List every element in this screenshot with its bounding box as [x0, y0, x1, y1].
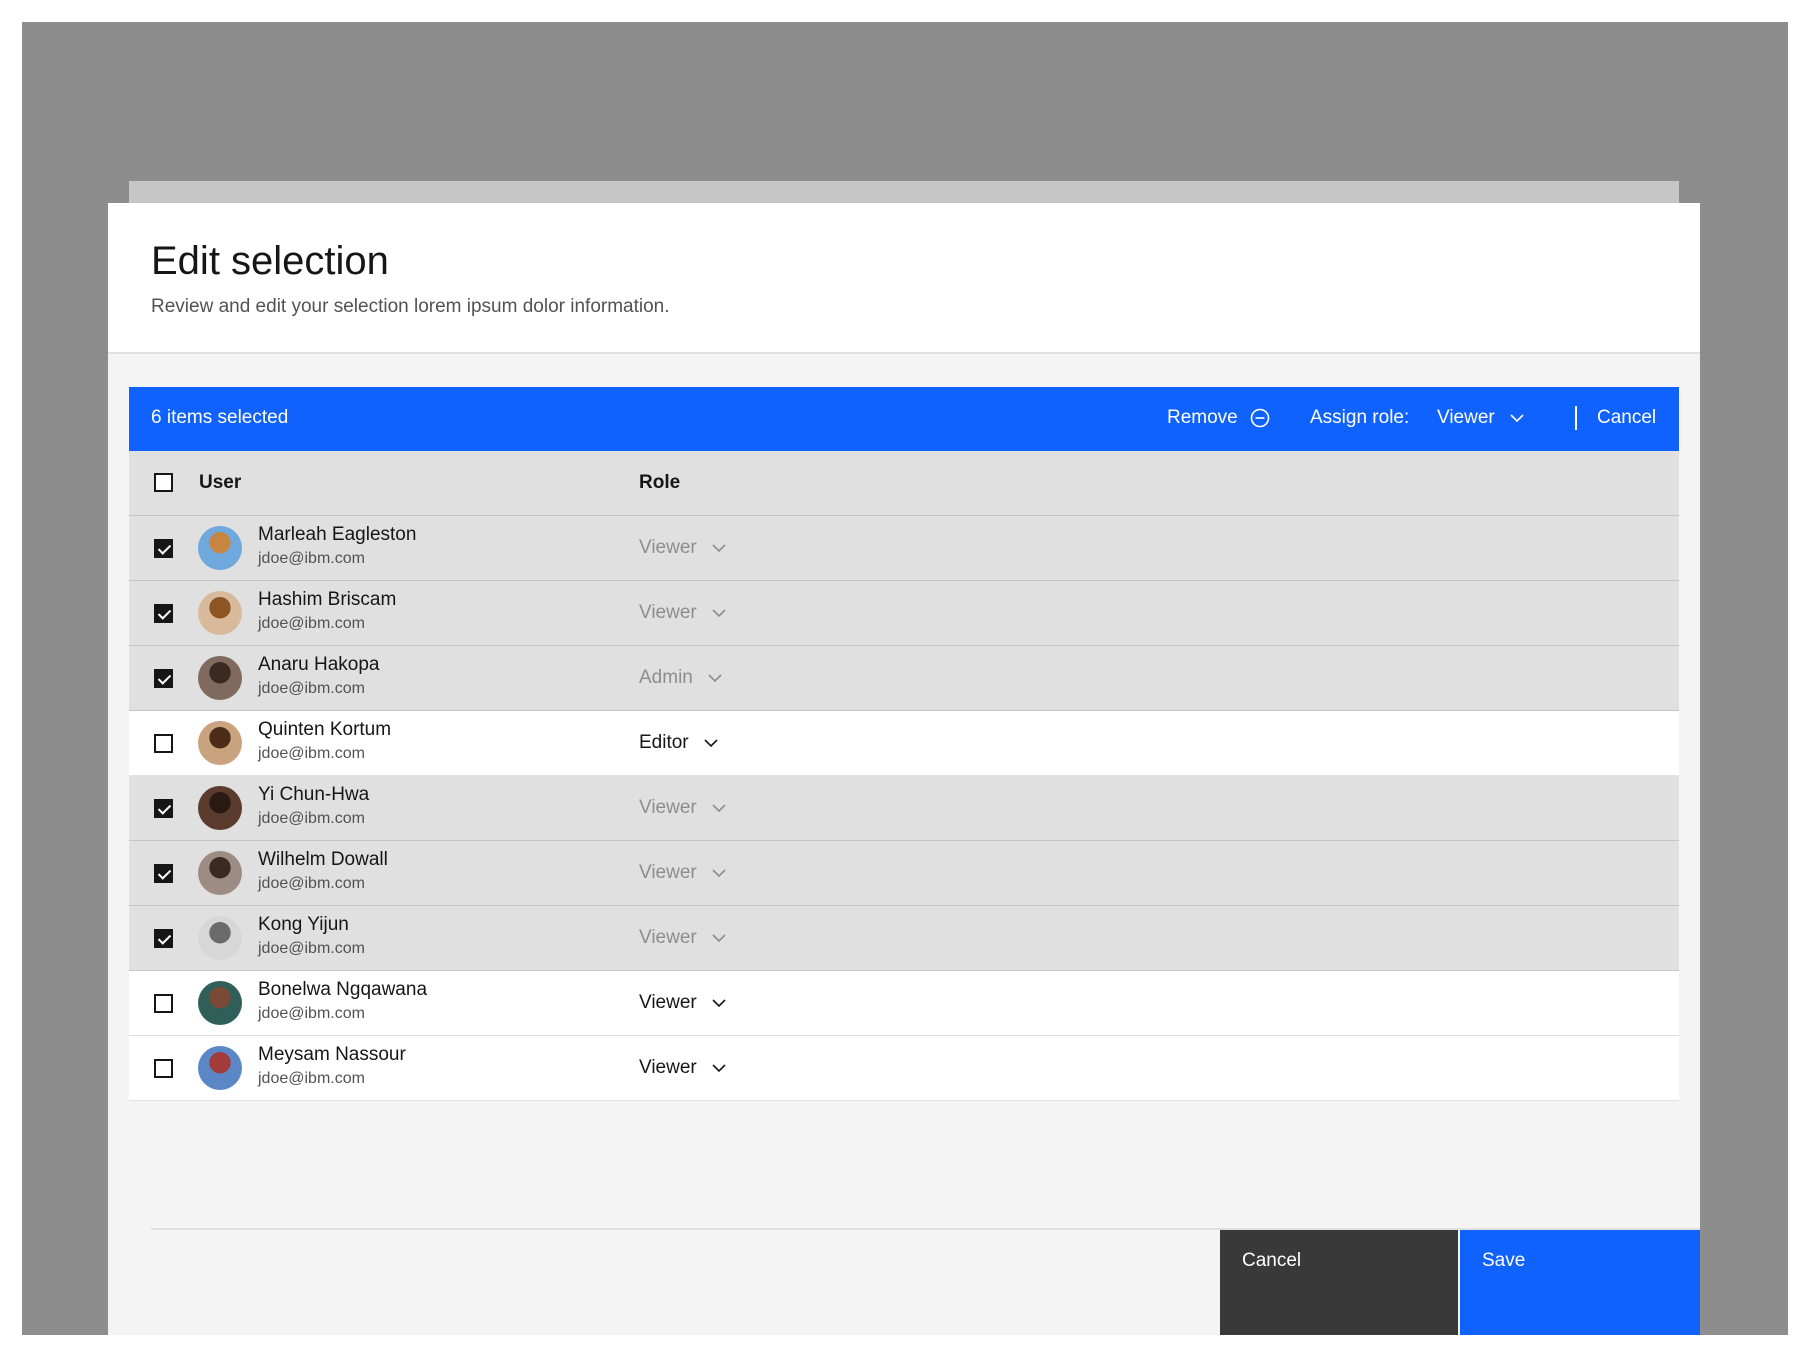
edit-selection-modal: Edit selection Review and edit your sele… [108, 203, 1700, 1335]
role-dropdown[interactable]: Viewer [639, 862, 727, 884]
user-name: Yi Chun-Hwa [258, 784, 370, 805]
user-name: Anaru Hakopa [258, 654, 380, 675]
chevron-down-icon [712, 999, 726, 1008]
avatar [198, 721, 242, 765]
assign-role-dropdown[interactable]: Viewer [1437, 407, 1525, 429]
avatar [198, 916, 242, 960]
user-name: Quinten Kortum [258, 719, 392, 740]
table-row[interactable]: Hashim Briscam jdoe@ibm.com Viewer [129, 581, 1679, 646]
role-value: Viewer [639, 797, 697, 818]
chevron-down-icon [708, 674, 722, 683]
role-value: Viewer [639, 1057, 697, 1078]
user-email: jdoe@ibm.com [258, 550, 365, 567]
avatar [198, 1046, 242, 1090]
cancel-button[interactable]: Cancel [1220, 1230, 1458, 1335]
row-checkbox[interactable] [154, 1058, 173, 1078]
assign-role-value: Viewer [1437, 407, 1495, 428]
modal-description: Review and edit your selection lorem ips… [151, 296, 670, 317]
save-button[interactable]: Save [1460, 1230, 1700, 1335]
user-email: jdoe@ibm.com [258, 875, 365, 892]
role-dropdown[interactable]: Viewer [639, 537, 727, 559]
row-checkbox[interactable] [154, 538, 173, 558]
row-checkbox[interactable] [154, 603, 173, 623]
table-row[interactable]: Meysam Nassour jdoe@ibm.com Viewer [129, 1036, 1679, 1101]
chevron-down-icon [712, 804, 726, 813]
role-value: Viewer [639, 537, 697, 558]
role-value: Viewer [639, 602, 697, 623]
modal-header: Edit selection Review and edit your sele… [108, 203, 1700, 354]
role-value: Viewer [639, 992, 697, 1013]
remove-label: Remove [1167, 407, 1238, 428]
avatar [198, 591, 242, 635]
table-row[interactable]: Marleah Eagleston jdoe@ibm.com Viewer [129, 516, 1679, 581]
row-checkbox[interactable] [154, 993, 173, 1013]
avatar [198, 656, 242, 700]
avatar [198, 981, 242, 1025]
header-role: Role [639, 472, 681, 493]
row-checkbox[interactable] [154, 863, 173, 883]
user-email: jdoe@ibm.com [258, 1005, 365, 1022]
row-checkbox[interactable] [154, 798, 173, 818]
user-email: jdoe@ibm.com [258, 1070, 365, 1087]
avatar [198, 851, 242, 895]
role-dropdown[interactable]: Viewer [639, 1057, 727, 1079]
chevron-down-icon [1510, 414, 1524, 423]
batch-cancel-button[interactable]: Cancel [1597, 407, 1656, 429]
user-name: Hashim Briscam [258, 589, 397, 610]
assign-role-label: Assign role: [1310, 407, 1410, 428]
user-name: Wilhelm Dowall [258, 849, 388, 870]
role-dropdown[interactable]: Viewer [639, 602, 727, 624]
avatar [198, 786, 242, 830]
user-email: jdoe@ibm.com [258, 940, 365, 957]
user-name: Meysam Nassour [258, 1044, 406, 1065]
user-name: Kong Yijun [258, 914, 349, 935]
table-row[interactable]: Kong Yijun jdoe@ibm.com Viewer [129, 906, 1679, 971]
role-dropdown[interactable]: Viewer [639, 927, 727, 949]
chevron-down-icon [712, 934, 726, 943]
role-value: Viewer [639, 927, 697, 948]
batch-divider [1575, 406, 1577, 430]
role-value: Viewer [639, 862, 697, 883]
user-email: jdoe@ibm.com [258, 615, 365, 632]
role-dropdown[interactable]: Viewer [639, 797, 727, 819]
selection-table: 6 items selected Remove Assign role: Vie… [129, 387, 1679, 1101]
user-name: Bonelwa Ngqawana [258, 979, 428, 1000]
table-row[interactable]: Quinten Kortum jdoe@ibm.com Editor [129, 711, 1679, 776]
chevron-down-icon [712, 544, 726, 553]
select-all-checkbox[interactable] [154, 473, 173, 492]
batch-action-bar: 6 items selected Remove Assign role: Vie… [129, 387, 1679, 451]
chevron-down-icon [704, 739, 718, 748]
role-dropdown[interactable]: Viewer [639, 992, 727, 1014]
header-user: User [199, 472, 242, 493]
role-dropdown[interactable]: Admin [639, 667, 723, 689]
row-checkbox[interactable] [154, 928, 173, 948]
selected-count: 6 items selected [151, 407, 289, 428]
modal-title: Edit selection [151, 239, 389, 283]
table-body: Marleah Eagleston jdoe@ibm.com Viewer Ha… [129, 516, 1679, 1101]
role-value: Admin [639, 667, 693, 688]
chevron-down-icon [712, 1064, 726, 1073]
role-dropdown[interactable]: Editor [639, 732, 719, 754]
chevron-down-icon [712, 609, 726, 618]
avatar [198, 526, 242, 570]
role-value: Editor [639, 732, 689, 753]
user-email: jdoe@ibm.com [258, 810, 365, 827]
table-row[interactable]: Wilhelm Dowall jdoe@ibm.com Viewer [129, 841, 1679, 906]
subtract-circle-icon [1250, 408, 1270, 428]
row-checkbox[interactable] [154, 668, 173, 688]
table-header: User Role [129, 451, 1679, 516]
table-row[interactable]: Anaru Hakopa jdoe@ibm.com Admin [129, 646, 1679, 711]
user-email: jdoe@ibm.com [258, 680, 365, 697]
chevron-down-icon [712, 869, 726, 878]
row-checkbox[interactable] [154, 733, 173, 753]
stacked-sheet [129, 181, 1679, 205]
user-email: jdoe@ibm.com [258, 745, 365, 762]
user-name: Marleah Eagleston [258, 524, 417, 545]
table-row[interactable]: Yi Chun-Hwa jdoe@ibm.com Viewer [129, 776, 1679, 841]
table-row[interactable]: Bonelwa Ngqawana jdoe@ibm.com Viewer [129, 971, 1679, 1036]
remove-button[interactable]: Remove [1167, 407, 1270, 429]
